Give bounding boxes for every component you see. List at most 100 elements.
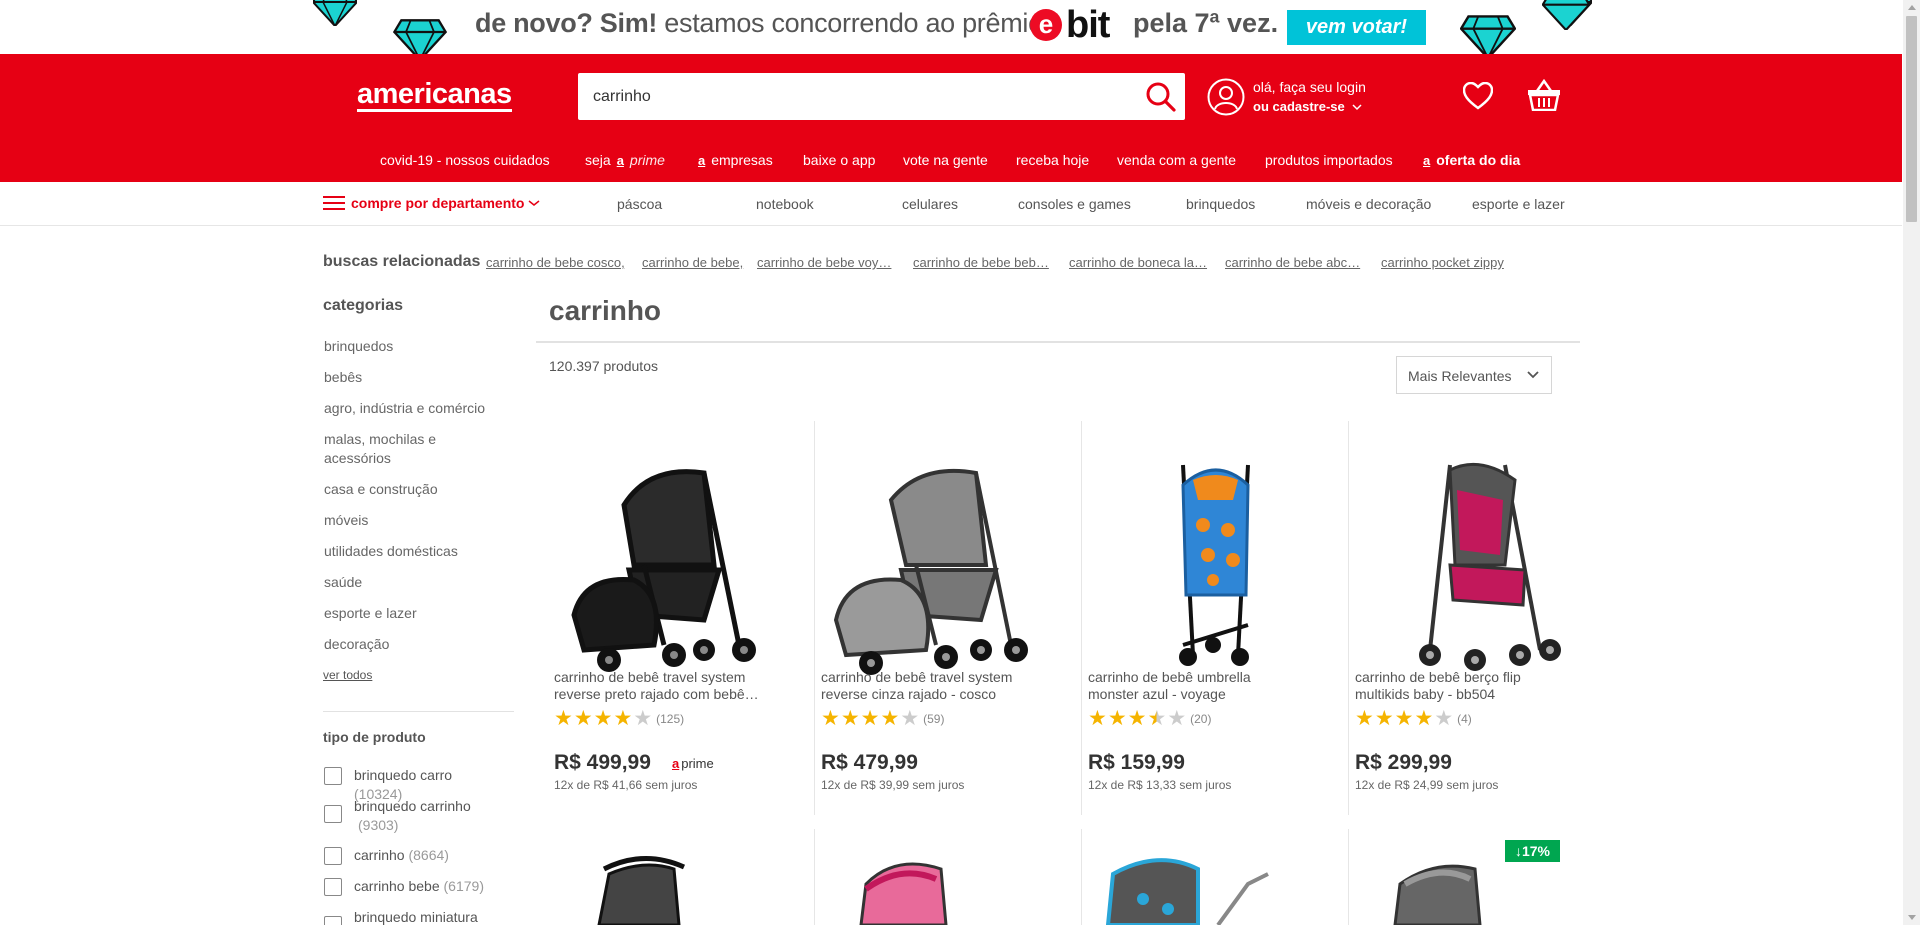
category-link[interactable]: decoração (324, 635, 494, 654)
checkbox[interactable] (324, 916, 342, 925)
chevron-down-icon (529, 200, 540, 206)
related-link[interactable]: carrinho de bebe cosco, (486, 255, 625, 270)
dept-moveis[interactable]: móveis e decoração (1306, 196, 1431, 212)
nav-empresas[interactable]: a empresas (698, 152, 773, 168)
product-card[interactable] (1350, 829, 1616, 925)
diamond-icon (313, 0, 357, 26)
page-title: carrinho (549, 295, 662, 326)
product-image[interactable] (1355, 829, 1611, 925)
filter-checkbox[interactable]: carrinho (8664) (324, 846, 504, 865)
promo-banner[interactable]: de novo? Sim! estamos concorrendo ao prê… (0, 0, 1902, 54)
filter-checkbox[interactable]: brinquedo miniatura (324, 908, 504, 925)
nav-oferta[interactable]: a oferta do dia (1423, 152, 1520, 168)
product-image[interactable] (1355, 445, 1611, 681)
installments: 12x de R$ 13,33 sem juros (1088, 778, 1232, 792)
diamond-icon (1460, 15, 1516, 54)
product-card[interactable]: carrinho de bebê travel system reverse c… (816, 421, 1082, 815)
checkbox[interactable] (324, 847, 342, 865)
product-card[interactable]: carrinho de bebê travel system reverse p… (549, 421, 815, 815)
nav-importados[interactable]: produtos importados (1265, 152, 1393, 168)
product-price: R$ 159,99 (1088, 751, 1185, 774)
product-card[interactable]: carrinho de bebê umbrella monster azul -… (1083, 421, 1349, 815)
nav-app[interactable]: baixe o app (803, 152, 875, 168)
category-link[interactable]: brinquedos (324, 337, 494, 356)
review-count: (20) (1190, 711, 1212, 726)
checkbox[interactable] (324, 805, 342, 823)
dept-pascoa[interactable]: páscoa (617, 196, 662, 212)
product-card[interactable]: carrinho de bebê berço flip multikids ba… (1350, 421, 1616, 815)
product-card[interactable] (549, 829, 815, 925)
related-link[interactable]: carrinho de bebe beb… (913, 255, 1049, 270)
category-link[interactable]: malas, mochilas e acessórios (324, 430, 494, 468)
star-icon: ★ (1107, 707, 1127, 730)
hamburger-icon (323, 195, 345, 211)
product-card[interactable] (816, 829, 1082, 925)
category-link[interactable]: móveis (324, 511, 494, 530)
related-link[interactable]: carrinho de bebe, (642, 255, 743, 270)
americanas-logo[interactable]: americanas (357, 80, 512, 112)
dept-esporte[interactable]: esporte e lazer (1472, 196, 1565, 212)
nav-prime[interactable]: seja a prime (585, 152, 665, 168)
product-image[interactable] (554, 829, 810, 925)
star-icon: ★ (1088, 707, 1107, 730)
filter-checkbox[interactable]: brinquedo carrinho (9303) (324, 797, 504, 835)
product-image[interactable] (1088, 829, 1344, 925)
account-signup[interactable]: ou cadastre-se (1253, 97, 1366, 116)
dept-brinquedos[interactable]: brinquedos (1186, 196, 1255, 212)
chevron-down-icon (1352, 104, 1362, 111)
product-card[interactable] (1083, 829, 1349, 925)
checkbox[interactable] (324, 878, 342, 896)
nav-vote[interactable]: vote na gente (903, 152, 988, 168)
installments: 12x de R$ 24,99 sem juros (1355, 778, 1499, 792)
dept-celulares[interactable]: celulares (902, 196, 958, 212)
installments: 12x de R$ 39,99 sem juros (821, 778, 965, 792)
related-link[interactable]: carrinho pocket zippy (1381, 255, 1504, 270)
checkbox[interactable] (324, 767, 342, 785)
page-scrollbar[interactable] (1903, 0, 1920, 925)
department-menu-button[interactable]: compre por departamento (323, 195, 540, 211)
scrollbar-thumb[interactable] (1906, 16, 1917, 222)
product-name[interactable]: carrinho de bebê umbrella monster azul -… (1088, 669, 1300, 703)
see-all-link[interactable]: ver todos (323, 668, 372, 682)
scroll-down-icon[interactable] (1908, 915, 1916, 920)
product-image[interactable] (1088, 445, 1344, 681)
product-name[interactable]: carrinho de bebê berço flip multikids ba… (1355, 669, 1567, 703)
basket-icon[interactable] (1527, 79, 1561, 111)
nav-receba[interactable]: receba hoje (1016, 152, 1089, 168)
star-icon: ★ (1414, 707, 1434, 730)
diamond-icon (1542, 0, 1590, 30)
related-link[interactable]: carrinho de bebe voy… (757, 255, 891, 270)
card-divider (814, 421, 815, 815)
category-link[interactable]: utilidades domésticas (324, 542, 494, 561)
search-input[interactable] (578, 73, 1138, 120)
related-link[interactable]: carrinho de boneca la… (1069, 255, 1207, 270)
search-icon[interactable] (1145, 81, 1177, 113)
card-divider (1081, 829, 1082, 925)
category-link[interactable]: casa e construção (324, 480, 494, 499)
dept-notebook[interactable]: notebook (756, 196, 814, 212)
heart-icon[interactable] (1463, 82, 1493, 110)
dept-consoles[interactable]: consoles e games (1018, 196, 1131, 212)
category-link[interactable]: agro, indústria e comércio (324, 399, 494, 418)
discount-badge: ↓17% (1505, 840, 1560, 862)
product-image[interactable] (554, 445, 810, 681)
star-half-icon: ★ (1147, 707, 1167, 730)
related-link[interactable]: carrinho de bebe abc… (1225, 255, 1360, 270)
category-link[interactable]: esporte e lazer (324, 604, 494, 623)
product-name[interactable]: carrinho de bebê travel system reverse c… (821, 669, 1033, 703)
nav-venda[interactable]: venda com a gente (1117, 152, 1236, 168)
star-icon: ★ (900, 707, 920, 730)
category-link[interactable]: saúde (324, 573, 494, 592)
scroll-up-icon[interactable] (1908, 5, 1916, 10)
product-type-title: tipo de produto (323, 729, 426, 745)
product-image[interactable] (821, 445, 1077, 681)
product-name[interactable]: carrinho de bebê travel system reverse p… (554, 669, 766, 703)
product-image[interactable] (821, 829, 1077, 925)
search-bar (578, 73, 1185, 120)
sort-select[interactable]: Mais Relevantes (1396, 356, 1552, 394)
account-login[interactable]: olá, faça seu login ou cadastre-se (1207, 78, 1366, 116)
filter-checkbox[interactable]: carrinho bebe (6179) (324, 877, 504, 896)
category-link[interactable]: bebês (324, 368, 494, 387)
vote-button[interactable]: vem votar! (1287, 10, 1426, 45)
nav-covid[interactable]: covid-19 - nossos cuidados (380, 152, 550, 168)
